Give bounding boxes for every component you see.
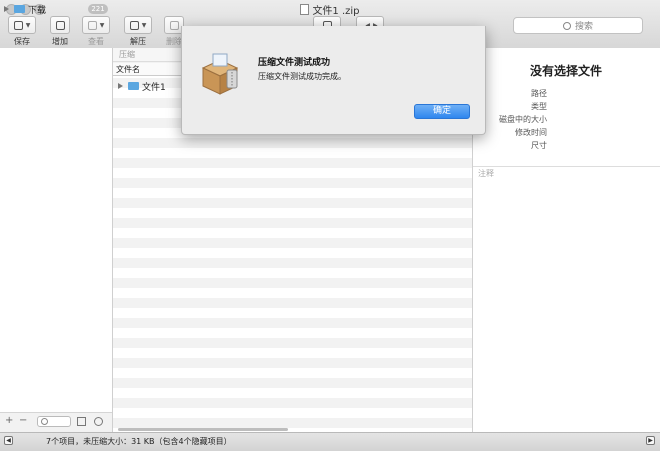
add-button[interactable] (50, 16, 70, 34)
toggle-sidebar-button[interactable]: ◀ (4, 436, 13, 445)
save-label: 保存 (14, 37, 30, 46)
dialog-title: 压缩文件测试成功 (258, 58, 331, 68)
add-icon (55, 20, 65, 30)
comment-field[interactable] (473, 166, 660, 433)
preview-icon[interactable] (94, 417, 103, 426)
save-icon (13, 20, 23, 30)
view-icon (87, 20, 97, 30)
sidebar-filter-input[interactable] (37, 416, 71, 427)
add-label: 增加 (52, 37, 68, 46)
status-text: 7个项目，未压缩大小：31 KB（包含4个隐藏项目） (46, 437, 232, 446)
search-input[interactable]: 搜索 (513, 17, 643, 34)
grid-view-icon[interactable] (77, 417, 86, 426)
sidebar-count-badge: 221 (88, 4, 108, 14)
ok-button[interactable]: 确定 (414, 104, 470, 119)
file-name: 文件1 (142, 82, 166, 93)
save-button[interactable]: ▼ (8, 16, 36, 34)
extract-button[interactable]: ▼ (124, 16, 152, 34)
archive-box-icon (201, 53, 239, 95)
folder-icon (128, 82, 139, 90)
search-placeholder: 搜索 (574, 22, 593, 32)
sidebar (0, 48, 113, 432)
search-icon (562, 21, 571, 30)
search-icon (41, 418, 48, 425)
remove-location-button[interactable]: − (19, 415, 27, 426)
dialog-message: 压缩文件测试成功完成。 (258, 72, 346, 81)
disclosure-triangle-icon[interactable] (4, 6, 9, 12)
disclosure-triangle-icon[interactable] (118, 83, 123, 89)
list-item[interactable]: 文件1 (118, 80, 166, 93)
view-label: 查看 (88, 37, 104, 46)
document-icon (300, 4, 310, 15)
horizontal-scrollbar[interactable] (118, 428, 288, 431)
toggle-info-button[interactable]: ▶ (646, 436, 655, 445)
extract-label: 解压 (130, 37, 146, 46)
chevron-down-icon: ▼ (25, 21, 31, 29)
sidebar-item-label: 下载 (28, 5, 47, 16)
trash-icon (169, 20, 179, 30)
view-button[interactable]: ▼ (82, 16, 110, 34)
info-label-dimensions: 尺寸 (531, 141, 547, 150)
comment-placeholder: 注释 (478, 169, 494, 178)
downloads-folder-icon (14, 5, 25, 13)
add-location-button[interactable]: + (5, 415, 13, 426)
chevron-down-icon: ▼ (141, 21, 147, 29)
info-title: 没有选择文件 (529, 64, 602, 78)
extract-icon (129, 20, 139, 30)
chevron-down-icon: ▼ (99, 21, 105, 29)
